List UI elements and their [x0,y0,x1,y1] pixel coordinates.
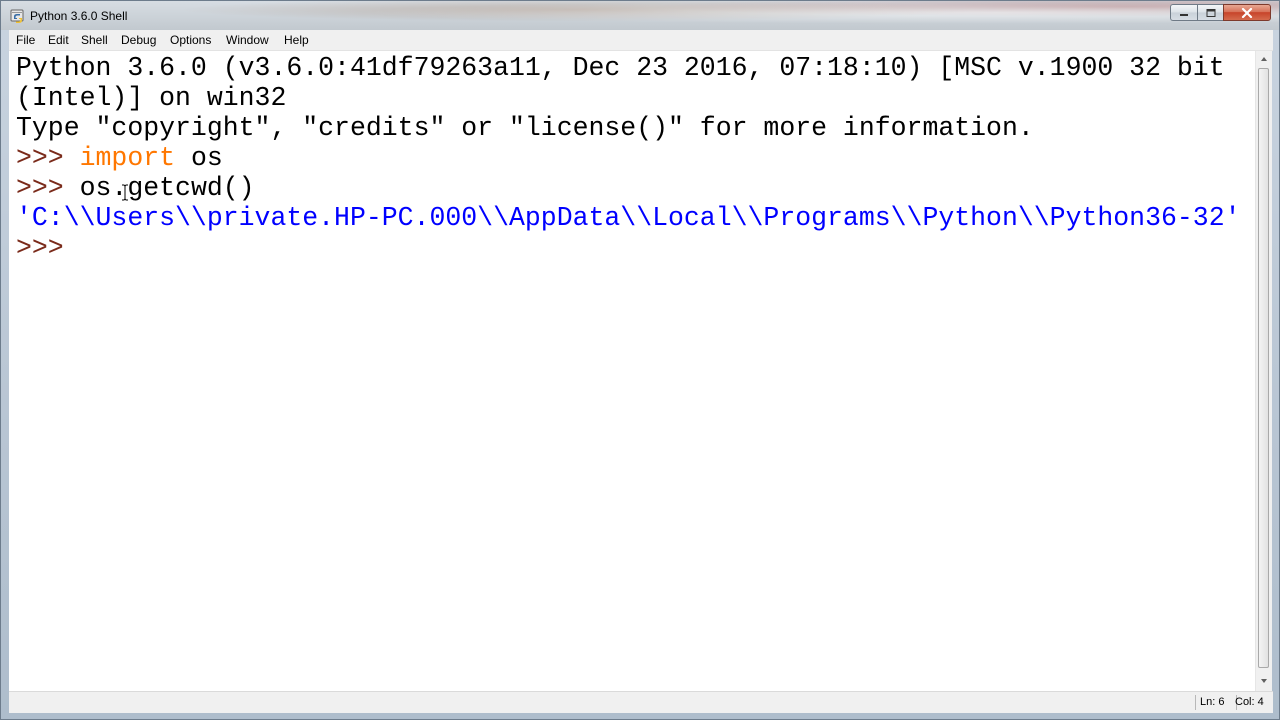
window-title: Python 3.6.0 Shell [30,9,128,23]
idle-shell-window: Python 3.6.0 Shell File Edit Shell Debug… [0,0,1280,720]
menu-options[interactable]: Options [170,33,211,48]
shell-prompt: >>> [16,233,64,263]
shell-prompt: >>> [16,173,64,203]
command-text: os.getcwd() [79,173,255,203]
status-line-number: Ln: 6 [1200,696,1225,708]
shell-text-area[interactable]: Python 3.6.0 (v3.6.0:41df79263a11, Dec 2… [9,51,1255,691]
status-separator [1195,695,1196,710]
status-bar: Ln: 6 Col: 4 [9,691,1273,713]
scroll-down-arrow-icon[interactable] [1256,673,1272,689]
maximize-icon [1206,8,1215,17]
shell-input-line: >>> import os [16,143,223,173]
title-bar[interactable]: Python 3.6.0 Shell [1,1,1279,30]
scrollbar-thumb[interactable] [1258,68,1269,668]
menu-bar: File Edit Shell Debug Options Window Hel… [9,30,1273,51]
shell-output-line: 'C:\\Users\\private.HP-PC.000\\AppData\\… [16,203,1241,233]
minimize-button[interactable] [1170,4,1197,21]
status-column-number: Col: 4 [1235,696,1264,708]
close-button[interactable] [1223,4,1271,21]
minimize-icon [1180,13,1188,16]
menu-window[interactable]: Window [226,33,269,48]
shell-prompt: >>> [16,143,64,173]
banner-line: (Intel)] on win32 [16,83,287,113]
command-text: os [175,143,223,173]
menu-help[interactable]: Help [284,33,309,48]
maximize-button[interactable] [1197,4,1223,21]
menu-file[interactable]: File [16,33,35,48]
banner-line: Python 3.6.0 (v3.6.0:41df79263a11, Dec 2… [16,53,1225,83]
keyword-import: import [79,143,176,173]
vertical-scrollbar[interactable] [1255,51,1272,691]
menu-debug[interactable]: Debug [121,33,156,48]
close-icon [1241,7,1253,18]
scroll-up-arrow-icon[interactable] [1256,51,1272,67]
menu-shell[interactable]: Shell [81,33,108,48]
banner-line: Type "copyright", "credits" or "license(… [16,113,1034,143]
shell-input-line[interactable]: >>> [16,233,64,263]
text-cursor-icon [122,184,128,201]
python-idle-icon [10,9,24,23]
menu-edit[interactable]: Edit [48,33,69,48]
shell-input-line: >>> os.getcwd() [16,173,255,203]
